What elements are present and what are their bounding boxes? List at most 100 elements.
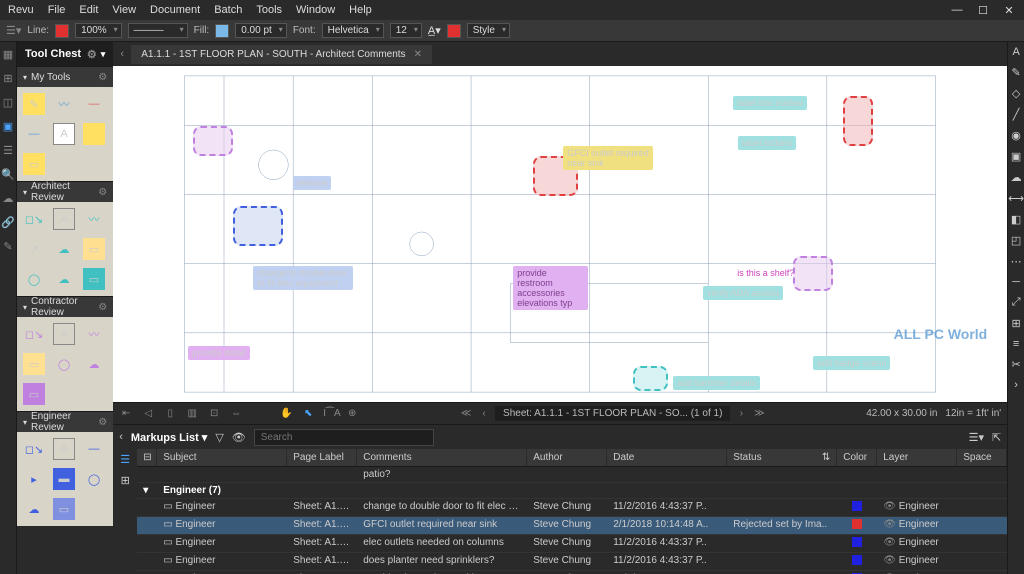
first-page-icon[interactable]: ⇤ — [119, 408, 133, 419]
pen-tool-icon[interactable]: ✎ — [1012, 66, 1021, 79]
thumbnails-icon[interactable]: ⊞ — [0, 70, 16, 86]
col-layer[interactable]: Layer — [877, 449, 957, 466]
textbox-tool[interactable]: A — [53, 123, 75, 145]
chevron-left-icon[interactable]: ‹ — [119, 431, 123, 443]
section-my-tools[interactable]: My Tools⚙ — [17, 67, 113, 87]
sheet-first-icon[interactable]: ≪ — [459, 408, 473, 419]
text-color-swatch[interactable] — [447, 24, 461, 38]
cloud-icon[interactable]: ☁ — [1011, 171, 1022, 184]
col-color[interactable]: Color — [837, 449, 877, 466]
markup-cloud[interactable] — [233, 206, 283, 246]
col-status[interactable]: Status⇅ — [727, 449, 837, 466]
expand-col[interactable]: ⊟ — [137, 449, 157, 466]
highlight-tool-2[interactable] — [83, 123, 105, 145]
menu-help[interactable]: Help — [349, 4, 372, 16]
align-icon[interactable]: ≡ — [1013, 338, 1019, 350]
callout-badge[interactable]: add badge scann — [813, 356, 890, 370]
bookmarks-icon[interactable]: ◫ — [0, 94, 16, 110]
note-tool[interactable]: ▭ — [23, 153, 45, 175]
select-icon[interactable]: ⬉ — [301, 408, 315, 419]
menu-batch[interactable]: Batch — [214, 4, 242, 16]
callout-shelf[interactable]: is this a shelf? — [733, 266, 798, 280]
callout-lockers[interactable]: label lockers — [738, 136, 796, 150]
stamp-icon[interactable]: ◉ — [1011, 129, 1021, 142]
markup-cloud[interactable] — [843, 96, 873, 146]
toolchest-header[interactable]: Tool Chest ⚙ — [17, 42, 113, 66]
table-row[interactable]: ▭ EngineerSheet: A1.1.1 -..GFCI outlet r… — [137, 517, 1007, 535]
zoom-icon[interactable]: ⊕ — [345, 408, 359, 419]
callout-tool[interactable]: ◻↘ — [23, 208, 45, 230]
single-page-icon[interactable]: ▯ — [163, 408, 177, 419]
edit-icon[interactable]: ✂ — [1012, 358, 1021, 371]
markup-cloud[interactable] — [193, 126, 233, 156]
cloud-tool[interactable]: ☁ — [53, 238, 75, 260]
gear-icon[interactable]: ⚙ — [98, 72, 107, 83]
callout-tow[interactable]: label tow marker — [733, 96, 807, 110]
line-color-swatch[interactable] — [55, 24, 69, 38]
col-subject[interactable]: Subject — [157, 449, 287, 466]
markups-search-input[interactable] — [254, 429, 434, 446]
filter-icon[interactable]: ▽ — [215, 431, 223, 444]
sheet-indicator[interactable]: Sheet: A1.1.1 - 1ST FLOOR PLAN - SO... (… — [495, 406, 730, 421]
rect-tool[interactable]: ▭ — [23, 383, 45, 405]
tab-close-icon[interactable]: ✕ — [414, 49, 422, 60]
arrow-tool[interactable]: ↗ — [23, 238, 45, 260]
shapes-icon[interactable]: ◇ — [1012, 87, 1020, 100]
menu-file[interactable]: File — [48, 4, 66, 16]
cloud-tool-2[interactable]: ☁ — [53, 268, 75, 290]
callout-detail[interactable]: provide detail — [188, 346, 250, 360]
image-icon[interactable]: ▣ — [1011, 150, 1021, 163]
gear-icon[interactable]: ⚙ — [98, 302, 107, 313]
table-row[interactable]: ▭ EngineerSheet: A1.1.1 -..elec outlets … — [137, 535, 1007, 553]
export-icon[interactable]: ⇱ — [992, 431, 1001, 444]
more-icon[interactable]: ⋯ — [1011, 255, 1022, 268]
highlight-tool[interactable]: 〰 — [83, 323, 105, 345]
rect-tool[interactable]: ▬ — [53, 468, 75, 490]
pan-icon[interactable]: ✋ — [279, 408, 293, 419]
line-tool[interactable]: — — [83, 93, 105, 115]
minimize-icon[interactable]: — — [950, 4, 964, 17]
table-group-row[interactable]: ▾Engineer (7) — [137, 483, 1007, 499]
line-tool[interactable]: — — [83, 438, 105, 460]
sheet-last-icon[interactable]: ≫ — [752, 408, 766, 419]
markup-cloud[interactable] — [793, 256, 833, 291]
fit-page-icon[interactable]: ⊡ — [207, 408, 221, 419]
arrow-tool[interactable]: ▸ — [23, 468, 45, 490]
callout-barrister[interactable]: add barrister details — [673, 376, 760, 390]
menu-window[interactable]: Window — [296, 4, 335, 16]
section-engineer[interactable]: Engineer Review⚙ — [17, 412, 113, 432]
callout-icon[interactable]: ◰ — [1011, 234, 1021, 247]
columns-icon[interactable]: ☰▾ — [969, 431, 984, 444]
highlight-tool[interactable]: 〰 — [83, 208, 105, 230]
col-author[interactable]: Author — [527, 449, 607, 466]
textbox-tool[interactable]: A — [53, 208, 75, 230]
callout-tool[interactable]: ◻↘ — [23, 438, 45, 460]
markups-title[interactable]: Markups List ▾ — [131, 431, 207, 444]
close-icon[interactable]: ✕ — [1002, 4, 1016, 17]
gear-icon[interactable]: ⚙ — [98, 417, 107, 428]
list-icon[interactable]: ☰ — [120, 453, 130, 466]
callout-ada[interactable]: verify ADA access — [703, 286, 783, 300]
cloud-tool[interactable]: ☁ — [83, 353, 105, 375]
document-tab[interactable]: A1.1.1 - 1ST FLOOR PLAN - SOUTH - Archit… — [131, 45, 432, 64]
forms-icon[interactable]: ✎ — [0, 238, 16, 254]
search-icon[interactable]: 🔍 — [0, 166, 16, 182]
gear-icon[interactable]: ⚙ — [87, 48, 97, 61]
font-dropdown[interactable]: Helvetica — [322, 23, 384, 38]
line-style-dropdown[interactable]: ——— — [128, 23, 188, 38]
stamp-tool[interactable]: ◯ — [23, 268, 45, 290]
links-icon[interactable]: 🔗 — [0, 214, 16, 230]
table-row[interactable]: ▭ EngineerSheet: A1.1.1 -..change to dou… — [137, 499, 1007, 517]
rect-tool[interactable]: ▭ — [83, 268, 105, 290]
sheet-next-icon[interactable]: › — [734, 408, 748, 419]
line-tool-icon[interactable]: ╱ — [1013, 108, 1020, 121]
callout-tool[interactable]: ◻↘ — [23, 323, 45, 345]
text-select-icon[interactable]: I⁀A — [323, 408, 337, 419]
highlight-tool[interactable]: 〰 — [53, 93, 75, 115]
text-format-icon[interactable]: A̲▾ — [428, 24, 441, 37]
callout-remove[interactable]: remove — [293, 176, 331, 190]
table-row[interactable]: patio? — [137, 467, 1007, 483]
menu-view[interactable]: View — [112, 4, 136, 16]
font-size-dropdown[interactable]: 12 — [390, 23, 422, 38]
section-contractor[interactable]: Contractor Review⚙ — [17, 297, 113, 317]
